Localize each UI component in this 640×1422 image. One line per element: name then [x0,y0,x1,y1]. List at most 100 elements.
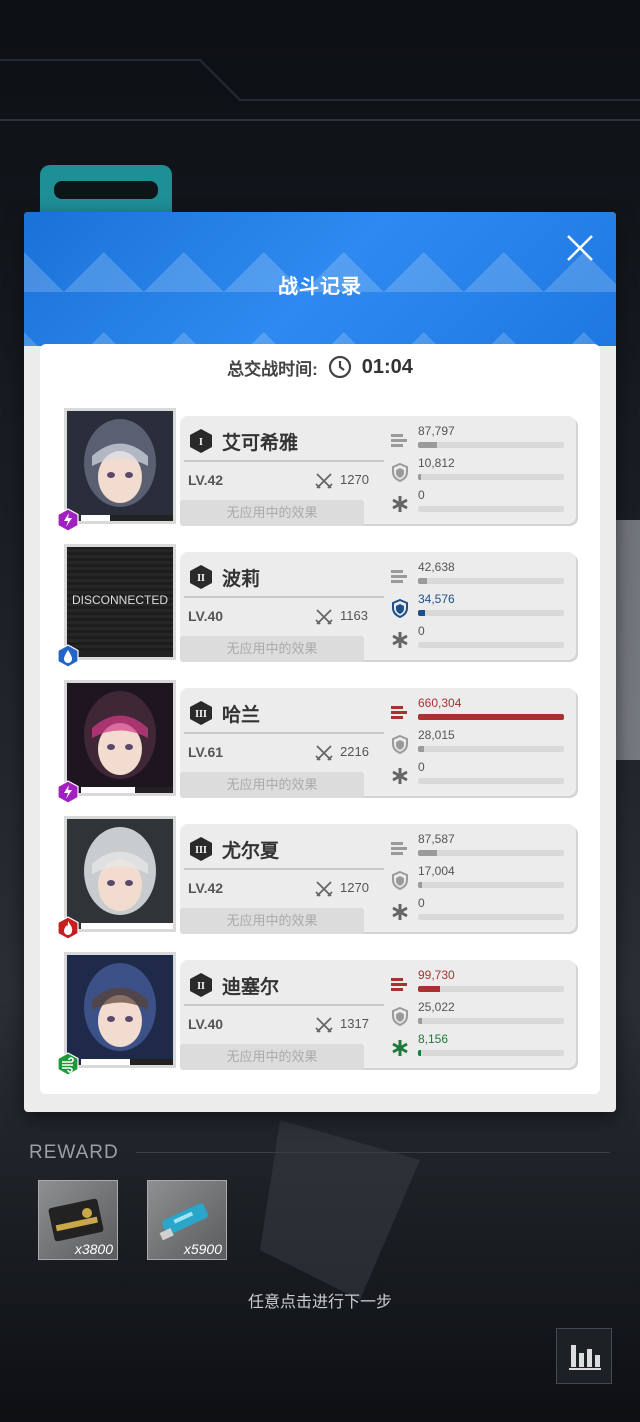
element-fire-icon [57,916,79,940]
stats-button[interactable] [556,1328,612,1384]
combat-power: 2216 [340,744,369,759]
record-info: III 尤尔夏 LV.42 1270 无应用中的效果 87,587 17,004 0 [180,824,576,934]
effect-status: 无应用中的效果 [180,1044,364,1070]
character-name: 哈兰 [222,705,261,726]
character-portrait [67,819,173,929]
hp-bar [81,515,173,521]
heal-stat: 8,156 [390,1032,568,1064]
heal-asterisk-icon [392,904,408,920]
bullets-icon [391,978,407,991]
character-name: 尤尔夏 [222,841,280,862]
rank-label: II [197,573,205,584]
damage-stat: 660,304 [390,696,568,728]
record-stats: 99,730 25,022 8,156 [390,968,568,1064]
reward-qty: x3800 [74,1241,113,1257]
bar-chart-icon [569,1345,601,1370]
combat-power: 1317 [340,1016,369,1031]
hp-bar [81,787,173,793]
effect-status: 无应用中的效果 [180,636,364,662]
rank-badge-icon: III [190,701,212,725]
reward-item-credit[interactable]: x3800 [38,1180,118,1260]
tank-bar [418,882,564,888]
damage-value: 660,304 [418,696,462,710]
heal-bar [418,642,564,648]
record-info: I 艾可希雅 LV.42 1270 无应用中的效果 87,797 10,812 0 [180,416,576,526]
battle-time-label: 总交战时间: [227,359,318,379]
rank-badge-icon: II [190,565,212,589]
combat-power: 1270 [340,472,369,487]
character-level: LV.40 [188,1016,224,1032]
reward-divider [136,1152,610,1153]
continue-hint[interactable]: 任意点击进行下一步 [0,1288,640,1312]
rank-label: I [199,437,203,448]
crossed-swords-icon [315,609,333,625]
record-stats: 42,638 34,576 0 [390,560,568,656]
heal-bar [418,914,564,920]
rank-label: III [195,709,207,720]
heal-stat: 0 [390,488,568,520]
damage-stat: 87,797 [390,424,568,456]
element-electric-icon [57,508,79,532]
heal-bar [418,778,564,784]
disconnected-label: DISCONNECTED [71,593,168,607]
shield-icon [392,734,408,754]
battle-time: 总交战时间: 01:04 [40,352,600,382]
damage-value: 87,797 [418,424,455,438]
reward-label: REWARD [29,1142,119,1163]
record-stats: 87,797 10,812 0 [390,424,568,520]
tank-value: 34,576 [418,592,455,606]
heal-value: 0 [418,624,425,638]
character-name: 波莉 [222,569,261,590]
damage-stat: 42,638 [390,560,568,592]
character-portrait-frame[interactable] [64,816,176,932]
hp-bar [81,651,173,657]
heal-bar [418,506,564,512]
record-info: II 波莉 LV.40 1163 无应用中的效果 42,638 34,576 0 [180,552,576,662]
tank-stat: 10,812 [390,456,568,488]
damage-value: 87,587 [418,832,455,846]
heal-value: 0 [418,896,425,910]
hp-bar [81,1059,173,1065]
damage-stat: 99,730 [390,968,568,1000]
character-portrait-frame[interactable]: DISCONNECTED [64,544,176,660]
character-portrait-frame[interactable] [64,680,176,796]
tank-value: 17,004 [418,864,455,878]
character-portrait-frame[interactable] [64,408,176,524]
reward-item-usb[interactable]: x5900 [147,1180,227,1260]
close-icon[interactable] [564,232,596,264]
tank-bar [418,610,564,616]
shield-icon [392,870,408,890]
shield-icon [392,598,408,618]
heal-asterisk-icon [392,632,408,648]
record-row: DISCONNECTED II 波莉 LV.40 1163 无应用中的效果 42,638 34… [57,544,576,668]
record-card: 总交战时间: 01:04 I 艾可希雅 LV.42 1270 无应用中的效果 87,797… [40,344,600,1094]
clock-icon [328,355,351,379]
battle-record-dialog: 战斗记录 总交战时间: 01:04 I 艾可希雅 LV.42 1270 无应用中的效果 8… [24,212,616,1112]
damage-bar [418,442,564,448]
heal-bar [418,1050,564,1056]
record-info: III 哈兰 LV.61 2216 无应用中的效果 660,304 28,015 0 [180,688,576,798]
rank-badge-icon: I [190,429,212,453]
character-portrait [67,955,173,1065]
element-water-icon [57,644,79,668]
name-divider [184,732,384,734]
character-portrait [67,683,173,793]
record-row: III 哈兰 LV.61 2216 无应用中的效果 660,304 28,015 0 [57,680,576,804]
damage-value: 42,638 [418,560,455,574]
tank-value: 28,015 [418,728,455,742]
character-portrait-frame[interactable] [64,952,176,1068]
damage-bar [418,850,564,856]
rank-badge-icon: II [190,973,212,997]
heal-asterisk-icon [392,768,408,784]
hp-bar [81,923,173,929]
battle-time-value: 01:04 [361,355,413,378]
bullets-icon [391,842,407,855]
reward-qty: x5900 [183,1241,222,1257]
record-row: I 艾可希雅 LV.42 1270 无应用中的效果 87,797 10,812 0 [57,408,576,532]
combat-power: 1270 [340,880,369,895]
effect-status: 无应用中的效果 [180,500,364,526]
name-divider [184,868,384,870]
tank-value: 25,022 [418,1000,455,1014]
tank-stat: 34,576 [390,592,568,624]
rank-label: III [195,845,207,856]
